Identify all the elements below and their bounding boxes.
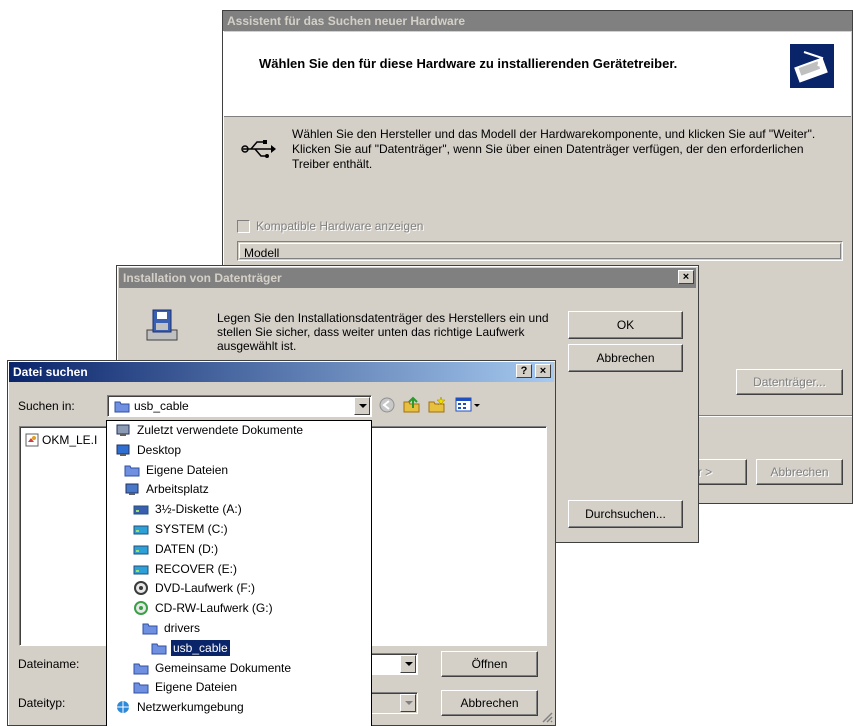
dropdown-item-label: Eigene Dateien [155,680,238,695]
floppy-install-icon [145,308,179,347]
wizard-heading: Wählen Sie den für diese Hardware zu ins… [259,56,678,71]
desktop-icon [115,443,130,457]
filetype-label: Dateityp: [18,696,66,710]
browse-button[interactable]: Durchsuchen... [568,500,683,528]
dropdown-item-label: Gemeinsame Dokumente [155,660,292,675]
up-folder-icon[interactable] [403,396,421,417]
inf-file-icon [25,433,39,450]
view-menu-icon[interactable] [455,397,481,416]
look-in-dropdown-arrow[interactable] [354,397,370,415]
look-in-value: usb_cable [134,399,189,413]
install-dialog-title: Installation von Datenträger [123,271,282,285]
dropdown-item-label: DATEN (D:) [155,541,219,556]
filetype-dropdown-arrow[interactable] [400,694,416,712]
folder-icon [124,463,140,477]
computer-icon [124,482,139,496]
usb-icon [241,139,277,162]
network-icon [115,700,129,714]
drive-icon [133,522,149,536]
model-header-label: Modell [244,246,280,260]
look-in-label: Suchen in: [18,399,75,413]
install-message: Legen Sie den Installationsdatenträger d… [217,311,549,353]
dropdown-item-label: RECOVER (E:) [155,561,238,576]
new-folder-icon[interactable] [428,396,446,417]
filetype-combo[interactable] [368,692,418,714]
dropdown-item-label: Zuletzt verwendete Dokumente [137,423,304,437]
dropdown-item-label: Netzwerkumgebung [137,700,244,715]
install-close-button[interactable]: × [678,270,694,284]
filename-field[interactable] [368,653,418,675]
wizard-title: Assistent für das Suchen neuer Hardware [227,14,466,28]
dropdown-item-label: CD-RW-Laufwerk (G:) [155,601,273,616]
look-in-dropdown-list[interactable]: Zuletzt verwendete Dokumente Desktop Eigen… [106,420,372,726]
file-cancel-button[interactable]: Abbrechen [441,690,538,716]
model-list[interactable]: Modell [237,241,843,261]
compatible-hardware-checkbox[interactable] [237,220,250,233]
help-button[interactable]: ? [516,364,532,378]
resize-grip[interactable] [541,711,553,723]
dropdown-item-label: 3½-Diskette (A:) [155,502,242,517]
folder-open-icon [142,621,158,635]
disk-button[interactable]: Datenträger... [736,369,843,395]
back-icon[interactable] [379,397,395,416]
dropdown-item-label: DVD-Laufwerk (F:) [155,581,256,596]
dropdown-item-label: Desktop [137,442,182,457]
wizard-instructions: Wählen Sie den Hersteller und das Modell… [292,127,816,171]
dropdown-item-label: usb_cable [170,638,231,657]
dropdown-item-label: Eigene Dateien [146,462,229,477]
dropdown-item-label: drivers [164,621,201,635]
filename-dropdown-arrow[interactable] [400,655,416,673]
look-in-folder-icon [114,399,130,416]
dvd-icon [133,581,148,596]
look-in-combo[interactable]: usb_cable [107,395,372,417]
compatible-hardware-label: Kompatible Hardware anzeigen [256,219,424,233]
model-column-header[interactable]: Modell [239,243,841,260]
dropdown-item-label: Arbeitsplatz [146,482,209,497]
hardware-icon [790,44,834,88]
wizard-title-bar[interactable]: Assistent für das Suchen neuer Hardware [223,11,852,31]
file-dialog-title-bar[interactable]: Datei suchen ? × [9,362,554,382]
install-cancel-button[interactable]: Abbrechen [568,344,683,372]
file-dialog-close-button[interactable]: × [535,364,551,378]
open-button[interactable]: Öffnen [441,651,538,677]
wizard-cancel-button[interactable]: Abbrechen [756,459,843,485]
install-ok-button[interactable]: OK [568,311,683,339]
cd-icon [133,601,148,616]
file-dialog-title: Datei suchen [13,365,88,379]
shared-folder-icon [133,661,149,675]
folder-open-icon [151,641,167,655]
recent-icon [115,423,130,437]
drive-icon [133,542,149,556]
dropdown-item-label: SYSTEM (C:) [155,522,228,536]
filename-label: Dateiname: [18,657,80,671]
wizard-header: Wählen Sie den für diese Hardware zu ins… [224,32,851,117]
floppy-icon [133,502,149,516]
drive-icon [133,562,149,576]
folder-icon [133,680,149,694]
file-item-label[interactable]: OKM_LE.I [42,433,97,447]
install-dialog-title-bar[interactable]: Installation von Datenträger × [119,268,696,288]
